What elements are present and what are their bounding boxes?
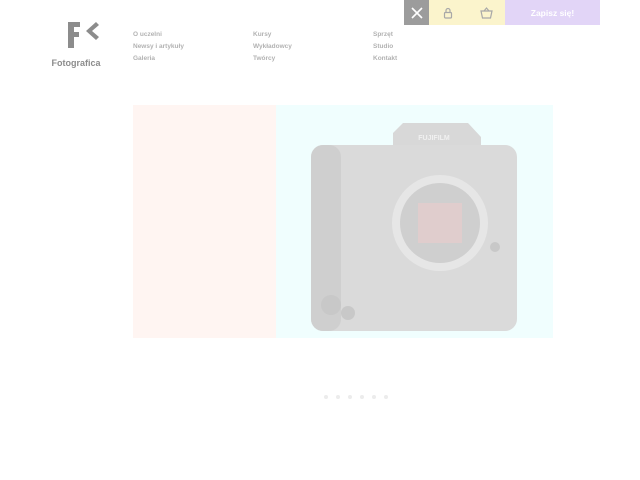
close-icon (410, 6, 423, 19)
logo[interactable]: Fotografica (48, 20, 104, 68)
nav-link-kontakt[interactable]: Kontakt (373, 53, 397, 65)
user-icon (443, 7, 453, 19)
hero-left-panel (133, 105, 276, 338)
account-button[interactable] (429, 0, 467, 25)
basket-icon (479, 6, 493, 19)
logo-text: Fotografica (51, 58, 101, 68)
hero-banner[interactable]: FUJIFILM (133, 105, 553, 338)
nav-link-o-uczelni[interactable]: O uczelni (133, 29, 184, 41)
logo-mark-icon (68, 22, 99, 48)
nav-column-1: O uczelni Newsy i artykuły Galeria (133, 29, 184, 65)
nav-link-kursy[interactable]: Kursy (253, 29, 292, 41)
nav-link-wykladowcy[interactable]: Wykładowcy (253, 41, 292, 53)
subscribe-button[interactable]: Zapisz się! (505, 0, 600, 25)
slider-dot[interactable] (324, 395, 328, 399)
nav-link-sprzet[interactable]: Sprzęt (373, 29, 397, 41)
slider-dot[interactable] (372, 395, 376, 399)
nav-link-studio[interactable]: Studio (373, 41, 397, 53)
nav-link-newsy[interactable]: Newsy i artykuły (133, 41, 184, 53)
close-menu-button[interactable] (404, 0, 429, 25)
camera-image: FUJIFILM (311, 123, 517, 331)
nav-column-2: Kursy Wykładowcy Twórcy (253, 29, 292, 65)
slider-dot[interactable] (360, 395, 364, 399)
slider-dot[interactable] (336, 395, 340, 399)
slider-dots (324, 395, 388, 399)
slider-dot[interactable] (384, 395, 388, 399)
slider-dot[interactable] (348, 395, 352, 399)
camera-brand-label: FUJIFILM (418, 135, 450, 142)
nav-link-galeria[interactable]: Galeria (133, 53, 184, 65)
top-bar: Zapisz się! (404, 0, 600, 25)
cart-button[interactable] (467, 0, 505, 25)
nav-link-tworcy[interactable]: Twórcy (253, 53, 292, 65)
nav-column-3: Sprzęt Studio Kontakt (373, 29, 397, 65)
